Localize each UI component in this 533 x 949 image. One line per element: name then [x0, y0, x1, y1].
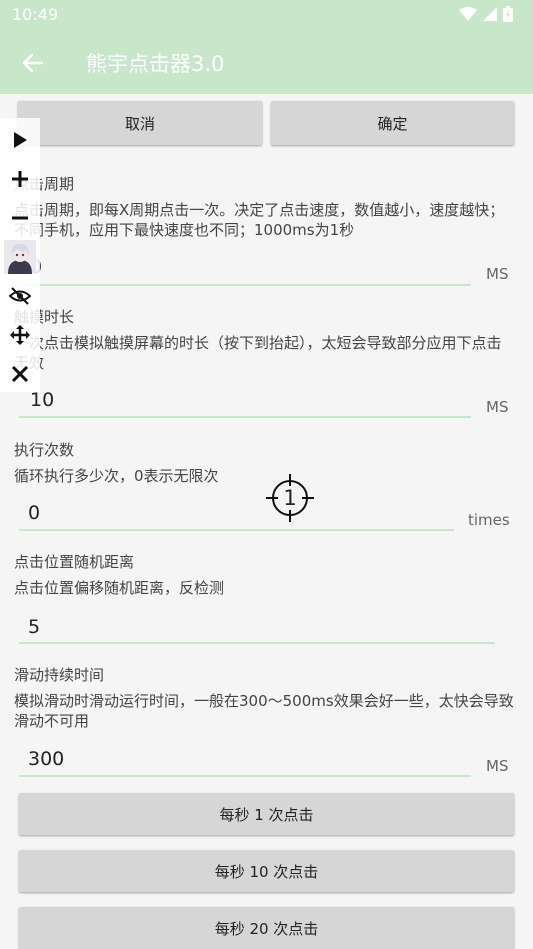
avatar[interactable] [4, 240, 36, 274]
execution-count-description: 循环执行多少次，0表示无限次 [14, 467, 219, 485]
confirm-button[interactable]: 确定 [271, 101, 514, 145]
execution-count-underline [19, 529, 454, 531]
arrow-back-icon [22, 53, 44, 73]
minus-icon [12, 216, 28, 220]
app-bar: 熊宇点击器3.0 [0, 30, 533, 94]
toggle-visibility-button[interactable] [6, 282, 34, 310]
click-target[interactable]: 1 [266, 474, 314, 522]
swipe-duration-underline [19, 775, 471, 777]
click-period-description: 点击周期，即每X周期点击一次。决定了点击速度，数值越小，速度越快；不同手机，应用… [14, 201, 505, 239]
click-period-underline [19, 284, 471, 286]
floating-toolbar [0, 118, 40, 392]
execution-count-input[interactable]: 0 [28, 502, 40, 524]
wifi-icon [459, 7, 477, 21]
app-title: 熊宇点击器3.0 [86, 52, 225, 76]
status-bar: 10:49 [0, 0, 533, 30]
add-target-button[interactable] [6, 165, 34, 193]
move-icon [10, 325, 30, 345]
random-offset-description: 点击位置偏移随机距离，反检测 [14, 579, 225, 597]
random-offset-title: 点击位置随机距离 [14, 553, 135, 571]
preset-20-per-second-button[interactable]: 每秒 20 次点击 [19, 907, 514, 949]
swipe-duration-description: 模拟滑动时滑动运行时间，一般在300～500ms效果会好一些，太快会导致滑动不可… [14, 692, 514, 730]
avatar-image [4, 240, 36, 274]
close-button[interactable] [6, 360, 34, 388]
status-time: 10:49 [12, 5, 59, 24]
play-icon [14, 132, 27, 148]
swipe-duration-title: 滑动持续时间 [14, 666, 105, 684]
touch-duration-underline [19, 416, 471, 418]
click-period-unit: MS [486, 265, 509, 283]
execution-count-title: 执行次数 [14, 441, 75, 459]
touch-duration-input[interactable]: 10 [30, 389, 54, 411]
preset-1-per-second-button[interactable]: 每秒 1 次点击 [19, 793, 514, 835]
click-target-number: 1 [283, 486, 297, 510]
play-button[interactable] [6, 126, 34, 154]
plus-icon [12, 171, 28, 187]
swipe-duration-unit: MS [486, 757, 509, 775]
random-offset-underline [19, 642, 495, 644]
execution-count-unit: times [468, 511, 510, 529]
status-icons [459, 6, 513, 22]
cancel-button[interactable]: 取消 [18, 101, 262, 145]
preset-10-per-second-button[interactable]: 每秒 10 次点击 [19, 850, 514, 892]
move-button[interactable] [6, 321, 34, 349]
close-icon [11, 365, 29, 383]
signal-icon [483, 7, 497, 21]
random-offset-input[interactable]: 5 [28, 616, 40, 638]
battery-icon [503, 6, 513, 22]
touch-duration-unit: MS [486, 398, 509, 416]
remove-target-button[interactable] [6, 204, 34, 232]
touch-duration-description: 一次点击模拟触摸屏幕的时长（按下到抬起），太短会导致部分应用下点击无效 [14, 334, 502, 372]
back-button[interactable] [16, 46, 50, 80]
eye-off-icon [9, 287, 31, 305]
swipe-duration-input[interactable]: 300 [28, 748, 64, 770]
